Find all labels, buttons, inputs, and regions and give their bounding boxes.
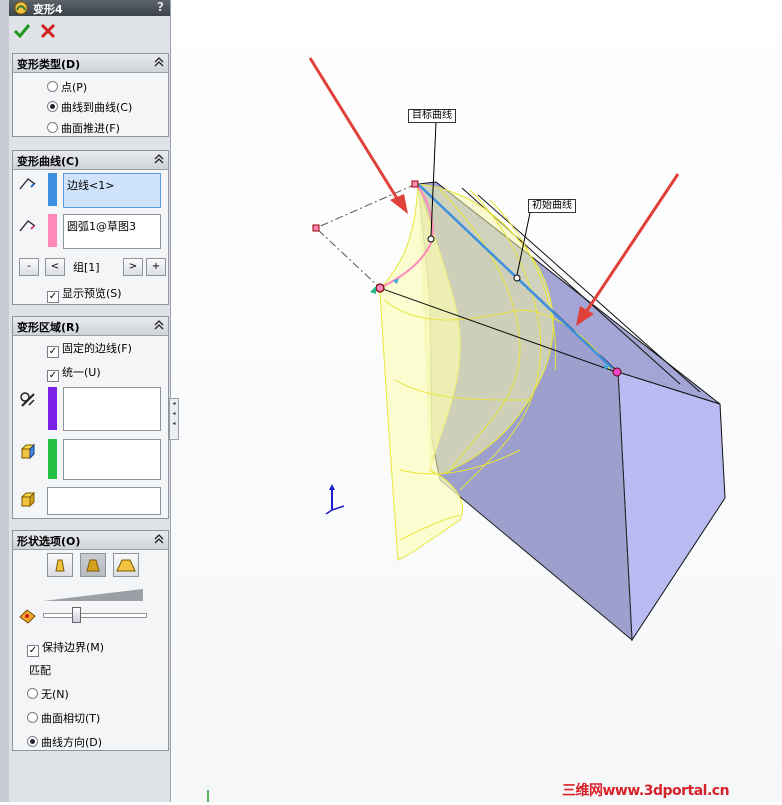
collapse-icon [154, 534, 164, 544]
stiffness-min-icon [55, 559, 65, 572]
handle-end[interactable] [375, 283, 385, 293]
remove-group-button[interactable]: - [19, 258, 39, 276]
deform-type-surface-push[interactable]: 曲面推进(F) [47, 120, 120, 136]
property-manager-titlebar: 变形4 ? [9, 0, 170, 16]
property-manager: 变形4 ? 变形类型(D) 点(P) 曲线到曲线(C) 曲面推进(F) 变形曲线… [9, 0, 171, 802]
group-label: 组[1] [73, 261, 100, 274]
stiffness-mid-icon [86, 559, 100, 572]
initial-curve-icon [19, 178, 36, 190]
fixed-entities-icon [20, 392, 35, 407]
bodies-color [48, 439, 57, 479]
fixed-entities-list[interactable] [63, 387, 161, 431]
shape-accuracy-ramp [43, 589, 143, 601]
add-group-button[interactable]: + [146, 258, 166, 276]
body-front-face [617, 371, 726, 642]
previous-group-button[interactable]: < [45, 258, 65, 276]
ok-button[interactable] [13, 22, 31, 40]
collapse-icon [154, 154, 164, 164]
close-icon [40, 23, 56, 39]
initial-curve-list[interactable]: 边线<1> [63, 173, 161, 208]
match-none[interactable]: 无(N) [27, 686, 69, 702]
deform-type-group: 变形类型(D) 点(P) 曲线到曲线(C) 曲面推进(F) [12, 53, 169, 137]
next-group-button[interactable]: > [123, 258, 143, 276]
stiffness-max-icon [116, 559, 136, 572]
stiffness-max-button[interactable] [113, 553, 139, 577]
handle-left[interactable] [312, 224, 320, 232]
match-surface-tangent[interactable]: 曲面相切(T) [27, 710, 100, 726]
solid-body-list[interactable] [47, 487, 161, 515]
feature-title: 变形4 [33, 3, 63, 16]
collapse-icon [154, 320, 164, 330]
deform-feature-icon [14, 1, 28, 15]
fixed-edges-checkbox[interactable]: ✓ 固定的边线(F) [47, 340, 132, 358]
callout-initial-curve: 初始曲线 [528, 199, 576, 213]
shape-accuracy-icon [19, 609, 36, 624]
shape-options-group: 形状选项(O) ✓ 保持边界(M) 匹配 无(N) 曲面相切(T) 曲线方向(D) [12, 530, 169, 751]
target-curve-list[interactable]: 圆弧1@草图3 [63, 214, 161, 249]
bodies-list[interactable] [63, 439, 161, 480]
handle-corner[interactable] [612, 367, 622, 377]
watermark: 三维网www.3dportal.cn [562, 783, 730, 799]
deform-region-group: 变形区域(R) ✓ 固定的边线(F) ✓ 统一(U) [12, 316, 169, 519]
deform-type-point[interactable]: 点(P) [47, 79, 87, 95]
model-view[interactable] [172, 0, 782, 802]
shape-accuracy-slider[interactable] [43, 613, 147, 618]
target-curve-color [48, 214, 57, 247]
shape-accuracy-thumb[interactable] [71, 607, 81, 623]
collapse-icon [154, 57, 164, 67]
target-curve-icon [19, 220, 36, 232]
initial-curve-color [48, 173, 57, 206]
deform-curves-group: 变形曲线(C) 边线<1> 圆弧1@草图3 - < 组[1] > + ✓ 显示预览… [12, 150, 169, 305]
deform-curves-header[interactable]: 变形曲线(C) [13, 151, 168, 170]
deform-type-curve-to-curve[interactable]: 曲线到曲线(C) [47, 99, 132, 115]
solid-body-icon [20, 491, 36, 508]
match-curve-direction[interactable]: 曲线方向(D) [27, 734, 102, 750]
deform-type-header[interactable]: 变形类型(D) [13, 54, 168, 73]
callout-target-curve: 目标曲线 [408, 109, 456, 123]
cancel-button[interactable] [39, 22, 57, 40]
red-arrow-target-icon [390, 194, 408, 214]
show-preview-checkbox[interactable]: ✓ 显示预览(S) [47, 285, 122, 303]
deform-region-header[interactable]: 变形区域(R) [13, 317, 168, 336]
stiffness-mid-button[interactable] [80, 553, 106, 577]
graphics-viewport[interactable]: 目标曲线 初始曲线 [172, 0, 782, 802]
keep-boundary-checkbox[interactable]: ✓ 保持边界(M) [27, 639, 104, 657]
body-icon [20, 443, 36, 460]
fixed-entities-color [48, 387, 57, 430]
panel-resize-grip[interactable]: ◂ ◂ ◂ [169, 398, 179, 440]
stiffness-min-button[interactable] [47, 553, 73, 577]
uniform-checkbox[interactable]: ✓ 统一(U) [47, 364, 101, 382]
match-label: 匹配 [29, 664, 51, 677]
shape-options-header[interactable]: 形状选项(O) [13, 531, 168, 550]
help-icon[interactable]: ? [157, 0, 164, 14]
checkmark-icon [13, 24, 31, 39]
handle-top[interactable] [411, 180, 419, 188]
